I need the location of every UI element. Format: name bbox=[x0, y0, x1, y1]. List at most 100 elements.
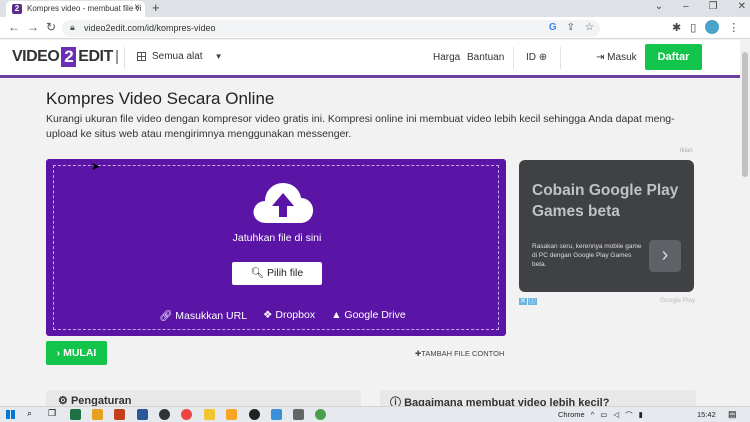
app-icon[interactable] bbox=[226, 409, 237, 420]
signup-button[interactable]: Daftar bbox=[645, 44, 702, 70]
google-drive-label: Google Drive bbox=[344, 309, 406, 321]
google-drive-icon: ▲ bbox=[331, 309, 342, 321]
network-icon[interactable]: ▭ bbox=[600, 410, 607, 421]
chrome-icon[interactable] bbox=[315, 409, 326, 420]
start-label: MULAI bbox=[63, 347, 97, 359]
login-icon: ⇥ bbox=[596, 52, 605, 63]
lock-icon[interactable]: 🔒︎ bbox=[70, 22, 75, 33]
browser-toolbar: ← → ↻ 🔒︎ video2edit.com/id/kompres-video… bbox=[0, 17, 750, 39]
add-sample-label: TAMBAH FILE CONTOH bbox=[421, 349, 505, 358]
page-title: Kompres Video Secara Online bbox=[46, 89, 275, 108]
word-icon[interactable] bbox=[137, 409, 148, 420]
close-window-icon[interactable]: ✕ bbox=[738, 1, 746, 12]
grid-icon bbox=[137, 52, 146, 61]
dropbox-icon: ❖ bbox=[263, 309, 273, 321]
battery-icon[interactable]: ▮ bbox=[639, 410, 643, 421]
clock[interactable]: 15:42 bbox=[697, 410, 716, 419]
media-app-icon[interactable] bbox=[159, 409, 170, 420]
new-tab-icon[interactable]: + bbox=[152, 0, 160, 15]
page-scrollbar[interactable] bbox=[740, 40, 750, 406]
divider bbox=[513, 47, 514, 69]
task-view-icon[interactable]: ❐ bbox=[48, 408, 56, 419]
cloud-upload-icon bbox=[253, 183, 314, 223]
globe-icon: ⊕ bbox=[538, 52, 548, 63]
drop-files-text: Jatuhkan file di sini bbox=[232, 232, 322, 244]
dropbox-button[interactable]: ❖ Dropbox bbox=[263, 309, 315, 322]
ad-banner[interactable]: Cobain Google Play Games beta Rasakan se… bbox=[519, 160, 694, 292]
profile-avatar[interactable] bbox=[705, 20, 720, 34]
browser-tab[interactable]: 2 Kompres video - membuat file vi × bbox=[6, 1, 145, 17]
settings-gear-icon[interactable] bbox=[293, 409, 304, 420]
obs-icon[interactable] bbox=[249, 409, 260, 420]
site-header: VIDEO 2 EDIT Semua alat ▼ Harga Bantuan … bbox=[0, 40, 740, 75]
all-tools-label: Semua alat bbox=[152, 51, 203, 62]
forward-icon[interactable]: → bbox=[27, 20, 39, 34]
tab-search-icon[interactable]: ⌄ bbox=[655, 1, 663, 12]
toolbar-right: ✱ ▯ ⋮ bbox=[672, 20, 739, 34]
app-icon[interactable] bbox=[271, 409, 282, 420]
upload-dropzone[interactable]: Jatuhkan file di sini 🔍︎ Pilih file 🔗︎ M… bbox=[46, 159, 506, 336]
site-favicon-icon: 2 bbox=[12, 4, 22, 14]
login-button[interactable]: ⇥ Masuk bbox=[596, 52, 637, 63]
os-taskbar: ⌕ ❐ Chrome ^ ▭ ◁ ⌒ ▮ 15:42 ▤ bbox=[0, 406, 750, 422]
app-icon[interactable] bbox=[181, 409, 192, 420]
system-tray: Chrome ^ ▭ ◁ ⌒ ▮ bbox=[558, 410, 643, 421]
omnibox-actions: G ⇪ ☆ bbox=[549, 22, 594, 33]
powerpoint-icon[interactable] bbox=[114, 409, 125, 420]
nav-pricing[interactable]: Harga bbox=[433, 52, 460, 63]
minimize-icon[interactable]: – bbox=[683, 1, 689, 12]
volume-icon[interactable]: ◁ bbox=[613, 410, 619, 421]
logo-two: 2 bbox=[61, 47, 77, 67]
dropbox-label: Dropbox bbox=[275, 309, 316, 321]
ad-footer-brand: Google Play bbox=[660, 297, 696, 304]
chevron-up-icon[interactable]: ^ bbox=[591, 410, 595, 421]
search-icon[interactable]: ⌕ bbox=[27, 408, 32, 419]
extensions-icon[interactable]: ✱ bbox=[672, 21, 681, 34]
site-logo[interactable]: VIDEO 2 EDIT bbox=[12, 47, 118, 67]
dropzone-border: Jatuhkan file di sini 🔍︎ Pilih file 🔗︎ M… bbox=[53, 165, 499, 330]
address-bar[interactable]: 🔒︎ video2edit.com/id/kompres-video G ⇪ ☆ bbox=[62, 20, 600, 37]
language-selector[interactable]: ID ⊕ bbox=[526, 52, 547, 63]
chevron-right-icon[interactable]: › bbox=[649, 240, 681, 272]
enter-url-button[interactable]: 🔗︎ Masukkan URL bbox=[159, 309, 247, 322]
ad-choices-icon[interactable]: ✕ ⓘ bbox=[519, 296, 537, 306]
upload-sources: 🔗︎ Masukkan URL ❖ Dropbox ▲ Google Drive bbox=[159, 309, 406, 322]
back-icon[interactable]: ← bbox=[8, 20, 20, 34]
scroll-thumb[interactable] bbox=[742, 52, 748, 177]
chevron-down-icon: ▼ bbox=[214, 52, 223, 61]
logo-bar bbox=[115, 50, 118, 64]
tab-close-icon[interactable]: × bbox=[134, 2, 140, 13]
all-tools-dropdown[interactable]: Semua alat ▼ bbox=[137, 51, 223, 62]
link-icon: 🔗︎ bbox=[159, 310, 173, 322]
nav-help[interactable]: Bantuan bbox=[467, 52, 504, 63]
header-accent-line bbox=[0, 75, 740, 78]
browser-tab-strip: 2 Kompres video - membuat file vi × + ⌄ … bbox=[0, 0, 750, 17]
sidebar-icon[interactable]: ▯ bbox=[690, 21, 696, 34]
login-label: Masuk bbox=[607, 52, 637, 63]
windows-start-icon[interactable] bbox=[6, 410, 15, 419]
notification-icon[interactable]: ▤ bbox=[728, 409, 737, 420]
chevron-right-icon: › bbox=[56, 347, 61, 359]
choose-file-button[interactable]: 🔍︎ Pilih file bbox=[232, 262, 322, 285]
ad-title: Cobain Google Play Games beta bbox=[532, 182, 679, 220]
restore-icon[interactable]: ❐ bbox=[709, 1, 718, 12]
tray-app-label[interactable]: Chrome bbox=[558, 410, 585, 421]
tab-title: Kompres video - membuat file vi bbox=[27, 4, 142, 13]
window-controls: ⌄ – ❐ ✕ bbox=[655, 1, 746, 12]
add-sample-file-button[interactable]: ✚TAMBAH FILE CONTOH bbox=[415, 349, 504, 358]
bookmark-star-icon[interactable]: ☆ bbox=[585, 22, 594, 33]
divider bbox=[124, 47, 125, 69]
menu-kebab-icon[interactable]: ⋮ bbox=[728, 21, 739, 34]
excel-icon[interactable] bbox=[70, 409, 81, 420]
reload-icon[interactable]: ↻ bbox=[46, 20, 56, 34]
share-icon[interactable]: ⇪ bbox=[567, 22, 575, 33]
language-label: ID bbox=[526, 52, 536, 63]
google-icon[interactable]: G bbox=[549, 22, 557, 33]
start-button[interactable]: › MULAI bbox=[46, 341, 107, 365]
search-icon: 🔍︎ bbox=[250, 267, 265, 279]
vlc-icon[interactable] bbox=[92, 409, 103, 420]
google-drive-button[interactable]: ▲ Google Drive bbox=[331, 309, 406, 322]
url-text[interactable]: video2edit.com/id/kompres-video bbox=[84, 23, 216, 33]
wifi-icon[interactable]: ⌒ bbox=[625, 410, 633, 421]
file-explorer-icon[interactable] bbox=[204, 409, 215, 420]
